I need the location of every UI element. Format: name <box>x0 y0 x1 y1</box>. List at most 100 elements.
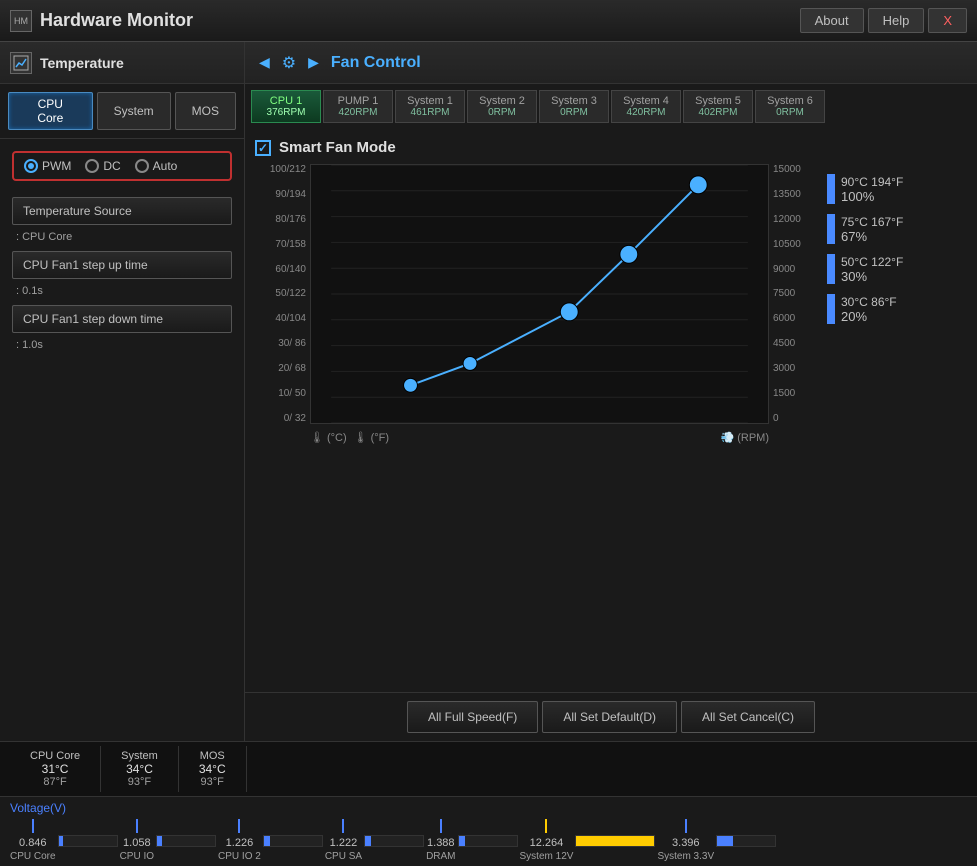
temp-group-cpu: CPU Core 31°C 87°F <box>10 746 101 792</box>
left-controls: PWM DC Auto Temperature Source : CPU Cor… <box>0 139 244 741</box>
temp-name-mos: MOS <box>200 750 225 762</box>
legend-item-75: 75°C 167°F 67% <box>827 214 967 244</box>
fan-speed-grid: CPU 1376RPM PUMP 1420RPM System 1461RPM … <box>245 84 977 129</box>
radio-auto[interactable]: Auto <box>135 159 178 173</box>
fan-btn-system4[interactable]: System 4420RPM <box>611 90 681 123</box>
right-panel: ◀ ⚙ ▶ Fan Control CPU 1376RPM PUMP 1420R… <box>245 42 977 741</box>
status-bar: CPU Core 31°C 87°F System 34°C 93°F MOS … <box>0 741 977 796</box>
legend-text-30: 30°C 86°F 20% <box>841 295 897 324</box>
voltage-item-cpu-sa: 1.222 CPU SA <box>325 819 362 862</box>
fan-btn-system5[interactable]: System 5402RPM <box>683 90 753 123</box>
temp-source-button[interactable]: Temperature Source <box>12 197 232 225</box>
temp-celsius-system: 34°C <box>126 762 153 776</box>
chart-point-3 <box>560 303 578 321</box>
fan-btn-pump1[interactable]: PUMP 1420RPM <box>323 90 393 123</box>
voltage-section: Voltage(V) 0.846 CPU Core 1.058 CPU IO 1… <box>0 796 977 866</box>
temp-icon <box>10 52 32 74</box>
voltage-item-cpu-io2: 1.226 CPU IO 2 <box>218 819 261 862</box>
temperature-title: Temperature <box>40 55 124 71</box>
voltage-bar-sys33v <box>716 835 776 847</box>
radio-pwm[interactable]: PWM <box>24 159 71 173</box>
app-title: Hardware Monitor <box>40 10 193 31</box>
voltage-indicator-sys33v <box>685 819 687 833</box>
temp-fahr-cpu: 87°F <box>43 776 66 788</box>
temp-celsius-cpu: 31°C <box>42 762 69 776</box>
temp-celsius-mos: 34°C <box>199 762 226 776</box>
app-icon: HM <box>10 10 32 32</box>
tab-cpu-core[interactable]: CPU Core <box>8 92 93 130</box>
legend-text-90: 90°C 194°F 100% <box>841 175 903 204</box>
chart-point-4 <box>620 245 638 263</box>
legend-bar-30 <box>827 294 835 324</box>
voltage-indicator-sys12v <box>545 819 547 833</box>
voltage-fill-cpu-core <box>59 836 63 846</box>
voltage-indicator-dram <box>440 819 442 833</box>
legend-text-75: 75°C 167°F 67% <box>841 215 903 244</box>
y-axis-left: 100/212 90/194 80/176 70/158 60/140 50/1… <box>255 164 310 424</box>
legend-bar-50 <box>827 254 835 284</box>
fan-btn-system1[interactable]: System 1461RPM <box>395 90 465 123</box>
voltage-title: Voltage(V) <box>10 801 967 815</box>
voltage-item-cpu-core: 0.846 CPU Core <box>10 819 56 862</box>
thermometer-icon: 🌡 <box>310 431 324 444</box>
temp-tab-row: CPU Core System MOS <box>0 84 244 139</box>
voltage-indicator-cpu-sa <box>342 819 344 833</box>
all-full-speed-button[interactable]: All Full Speed(F) <box>407 701 538 733</box>
chart-svg-container[interactable] <box>310 164 769 427</box>
voltage-item-dram: 1.388 DRAM <box>426 819 455 862</box>
radio-circle-dc <box>85 159 99 173</box>
fan-btn-system3[interactable]: System 30RPM <box>539 90 609 123</box>
chart-bottom: 🌡 (°C) 🌡 (°F) 💨 (RPM) <box>255 431 819 444</box>
radio-label-pwm: PWM <box>42 159 71 173</box>
sfm-checkbox[interactable]: ✓ <box>255 140 271 156</box>
about-button[interactable]: About <box>800 8 864 33</box>
chart-bottom-right: 💨 (RPM) <box>721 431 769 444</box>
temp-name-cpu: CPU Core <box>30 750 80 762</box>
radio-circle-pwm <box>24 159 38 173</box>
action-buttons: All Full Speed(F) All Set Default(D) All… <box>245 692 977 741</box>
voltage-item-sys12v: 12.264 System 12V <box>520 819 574 862</box>
fan-btn-system6[interactable]: System 60RPM <box>755 90 825 123</box>
temp-fahr-mos: 93°F <box>201 776 224 788</box>
title-bar-left: HM Hardware Monitor <box>10 10 193 32</box>
temp-name-system: System <box>121 750 158 762</box>
tab-system[interactable]: System <box>97 92 171 130</box>
sfm-label: Smart Fan Mode <box>279 139 396 156</box>
voltage-bars: 0.846 CPU Core 1.058 CPU IO 1.226 CPU IO… <box>10 819 967 862</box>
fan-control-header: ◀ ⚙ ▶ Fan Control <box>245 42 977 84</box>
radio-label-auto: Auto <box>153 159 178 173</box>
legend-text-50: 50°C 122°F 30% <box>841 255 903 284</box>
all-set-default-button[interactable]: All Set Default(D) <box>542 701 677 733</box>
step-down-button[interactable]: CPU Fan1 step down time <box>12 305 232 333</box>
radio-dc[interactable]: DC <box>85 159 120 173</box>
temperature-header: Temperature <box>0 42 244 84</box>
chart-point-1 <box>404 378 418 392</box>
voltage-bar-cpu-io <box>156 835 216 847</box>
fan-control-title: Fan Control <box>331 54 421 72</box>
legend-bar-90 <box>827 174 835 204</box>
fan-btn-cpu1[interactable]: CPU 1376RPM <box>251 90 321 123</box>
voltage-indicator-cpu-io2 <box>238 819 240 833</box>
step-up-value: : 0.1s <box>12 283 232 305</box>
fan-arrow-left: ◀ <box>255 54 274 71</box>
tab-mos[interactable]: MOS <box>175 92 236 130</box>
close-button[interactable]: X <box>928 8 967 33</box>
voltage-bar-cpu-sa <box>364 835 424 847</box>
temp-group-mos: MOS 34°C 93°F <box>179 746 247 792</box>
voltage-indicator-cpu-core <box>32 819 34 833</box>
help-button[interactable]: Help <box>868 8 925 33</box>
temp-group-system: System 34°C 93°F <box>101 746 179 792</box>
title-bar: HM Hardware Monitor About Help X <box>0 0 977 42</box>
radio-circle-auto <box>135 159 149 173</box>
fan-btn-system2[interactable]: System 20RPM <box>467 90 537 123</box>
temp-fahr-system: 93°F <box>128 776 151 788</box>
all-set-cancel-button[interactable]: All Set Cancel(C) <box>681 701 815 733</box>
smart-fan-area: ✓ Smart Fan Mode 100/212 90/194 80/176 7… <box>245 129 977 692</box>
chart-point-5 <box>689 176 707 194</box>
fan-rpm-icon: 💨 <box>721 431 735 444</box>
step-up-button[interactable]: CPU Fan1 step up time <box>12 251 232 279</box>
legend-bar-75 <box>827 214 835 244</box>
chart-legend: 90°C 194°F 100% 75°C 167°F 67% <box>827 164 967 444</box>
voltage-item-sys33v: 3.396 System 3.3V <box>657 819 714 862</box>
voltage-bar-cpu-io2 <box>263 835 323 847</box>
